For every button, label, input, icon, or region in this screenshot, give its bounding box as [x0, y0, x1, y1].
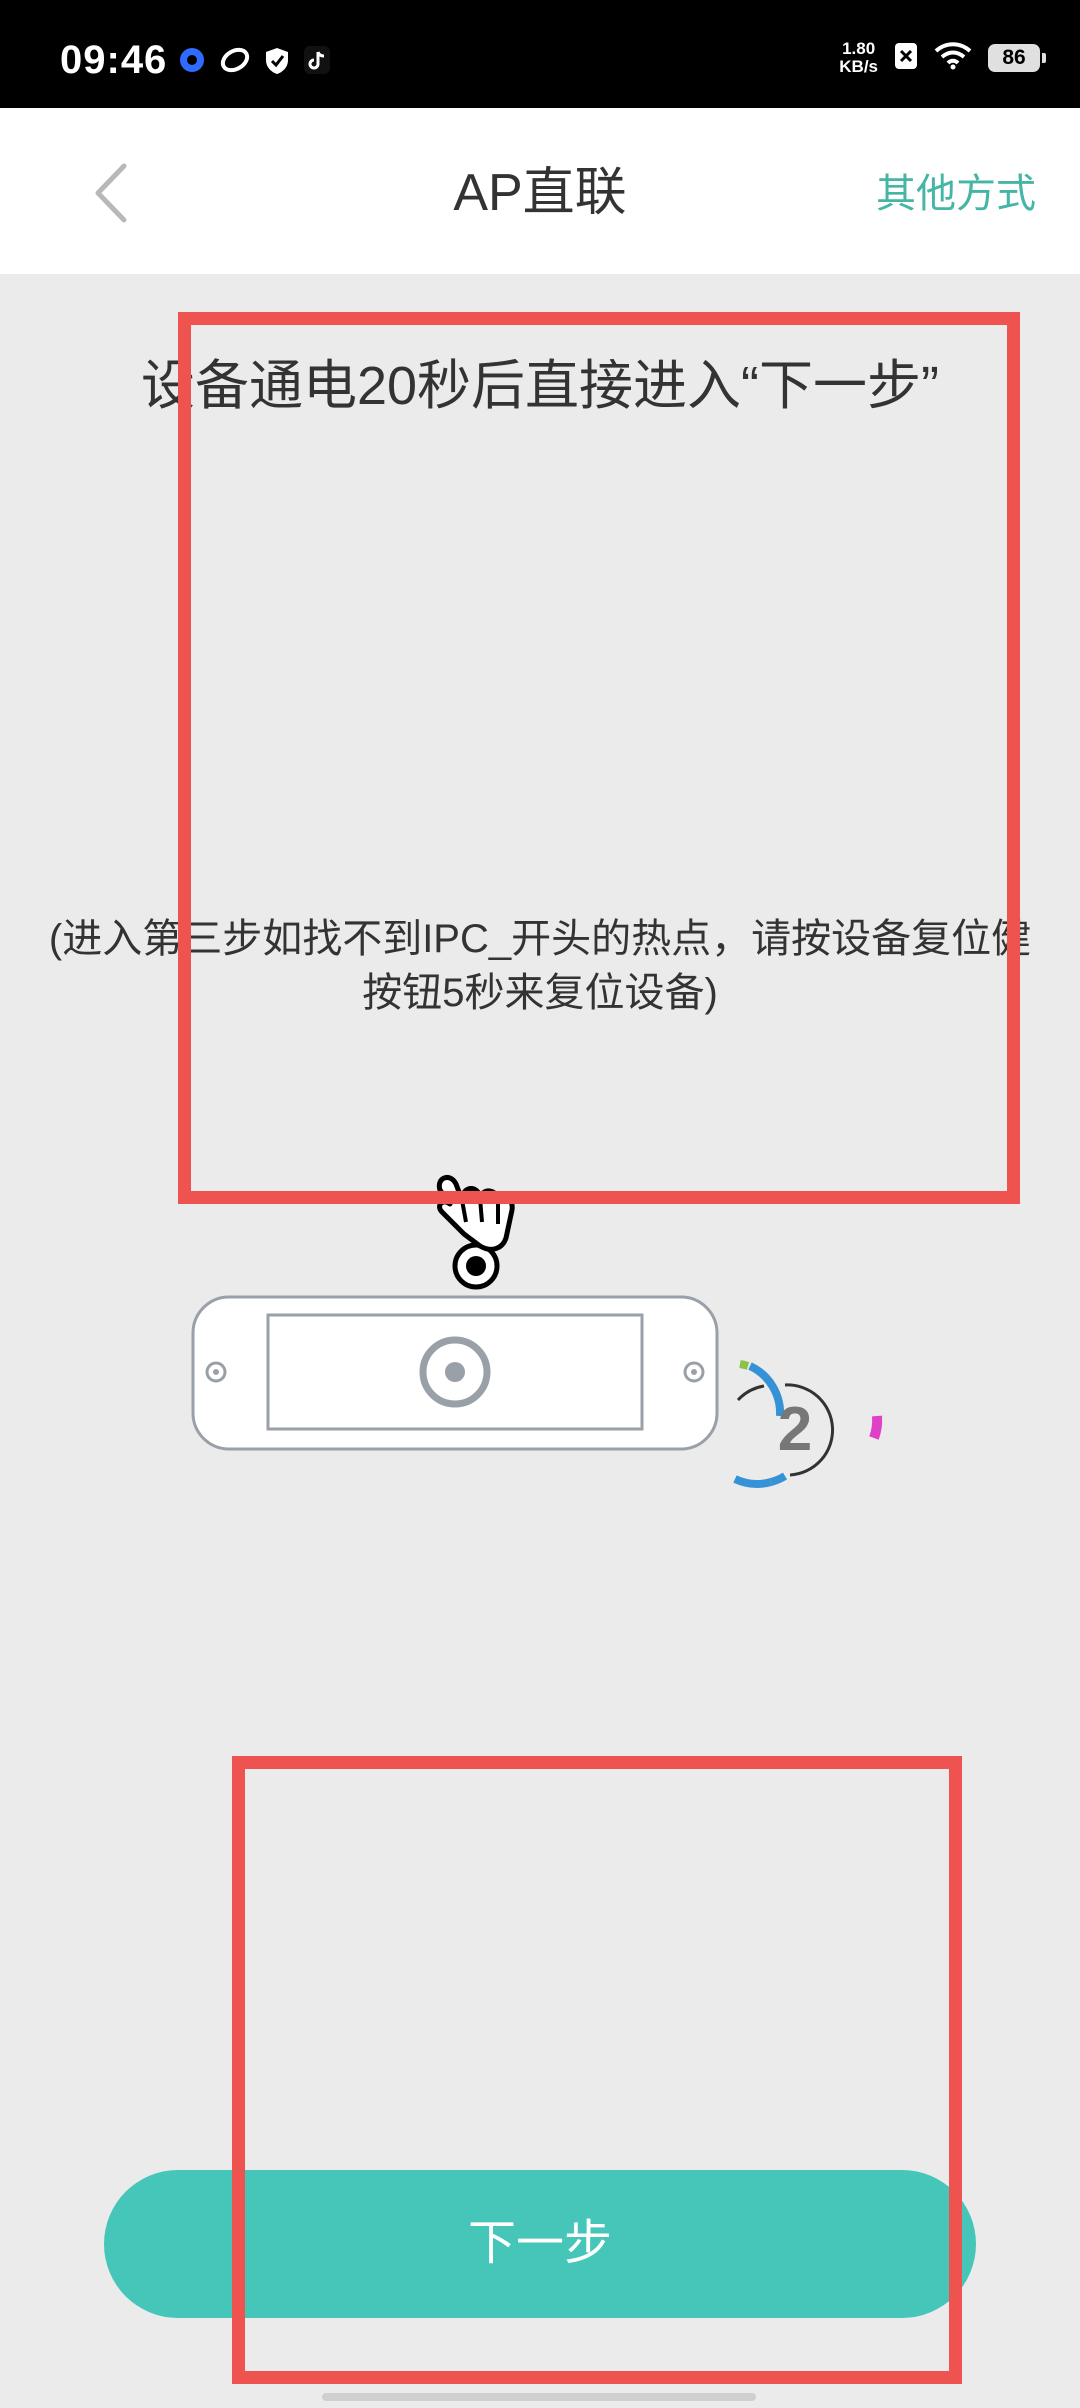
home-indicator[interactable]: [322, 2393, 756, 2401]
camera-device-illustration: [191, 1295, 719, 1451]
countdown-spinner: 2: [733, 1360, 883, 1488]
device-reset-illustration: 2: [180, 1160, 900, 1520]
countdown-number: 2: [778, 1395, 812, 1464]
status-time: 09:46: [60, 38, 168, 82]
sim-x-icon: [894, 42, 918, 74]
other-methods-link[interactable]: 其他方式: [876, 166, 1036, 222]
annotation-box-top: [178, 312, 1020, 1204]
shield-check-icon: [264, 46, 290, 80]
wifi-icon: [934, 42, 972, 74]
battery-icon: 86: [988, 44, 1046, 72]
annotation-box-bottom: [232, 1756, 962, 2384]
baidu-map-icon: [178, 46, 206, 80]
notification-icons: [178, 46, 330, 80]
network-speed: 1.80 KB/s: [839, 39, 878, 76]
system-icons: 1.80 KB/s 86: [839, 39, 1046, 76]
tiktok-icon: [304, 46, 330, 80]
top-app-bar: AP直联 其他方式: [0, 108, 1080, 274]
status-bar: 09:46 1.80 KB/s 86: [0, 0, 1080, 108]
app-swirl-icon: [220, 46, 250, 80]
